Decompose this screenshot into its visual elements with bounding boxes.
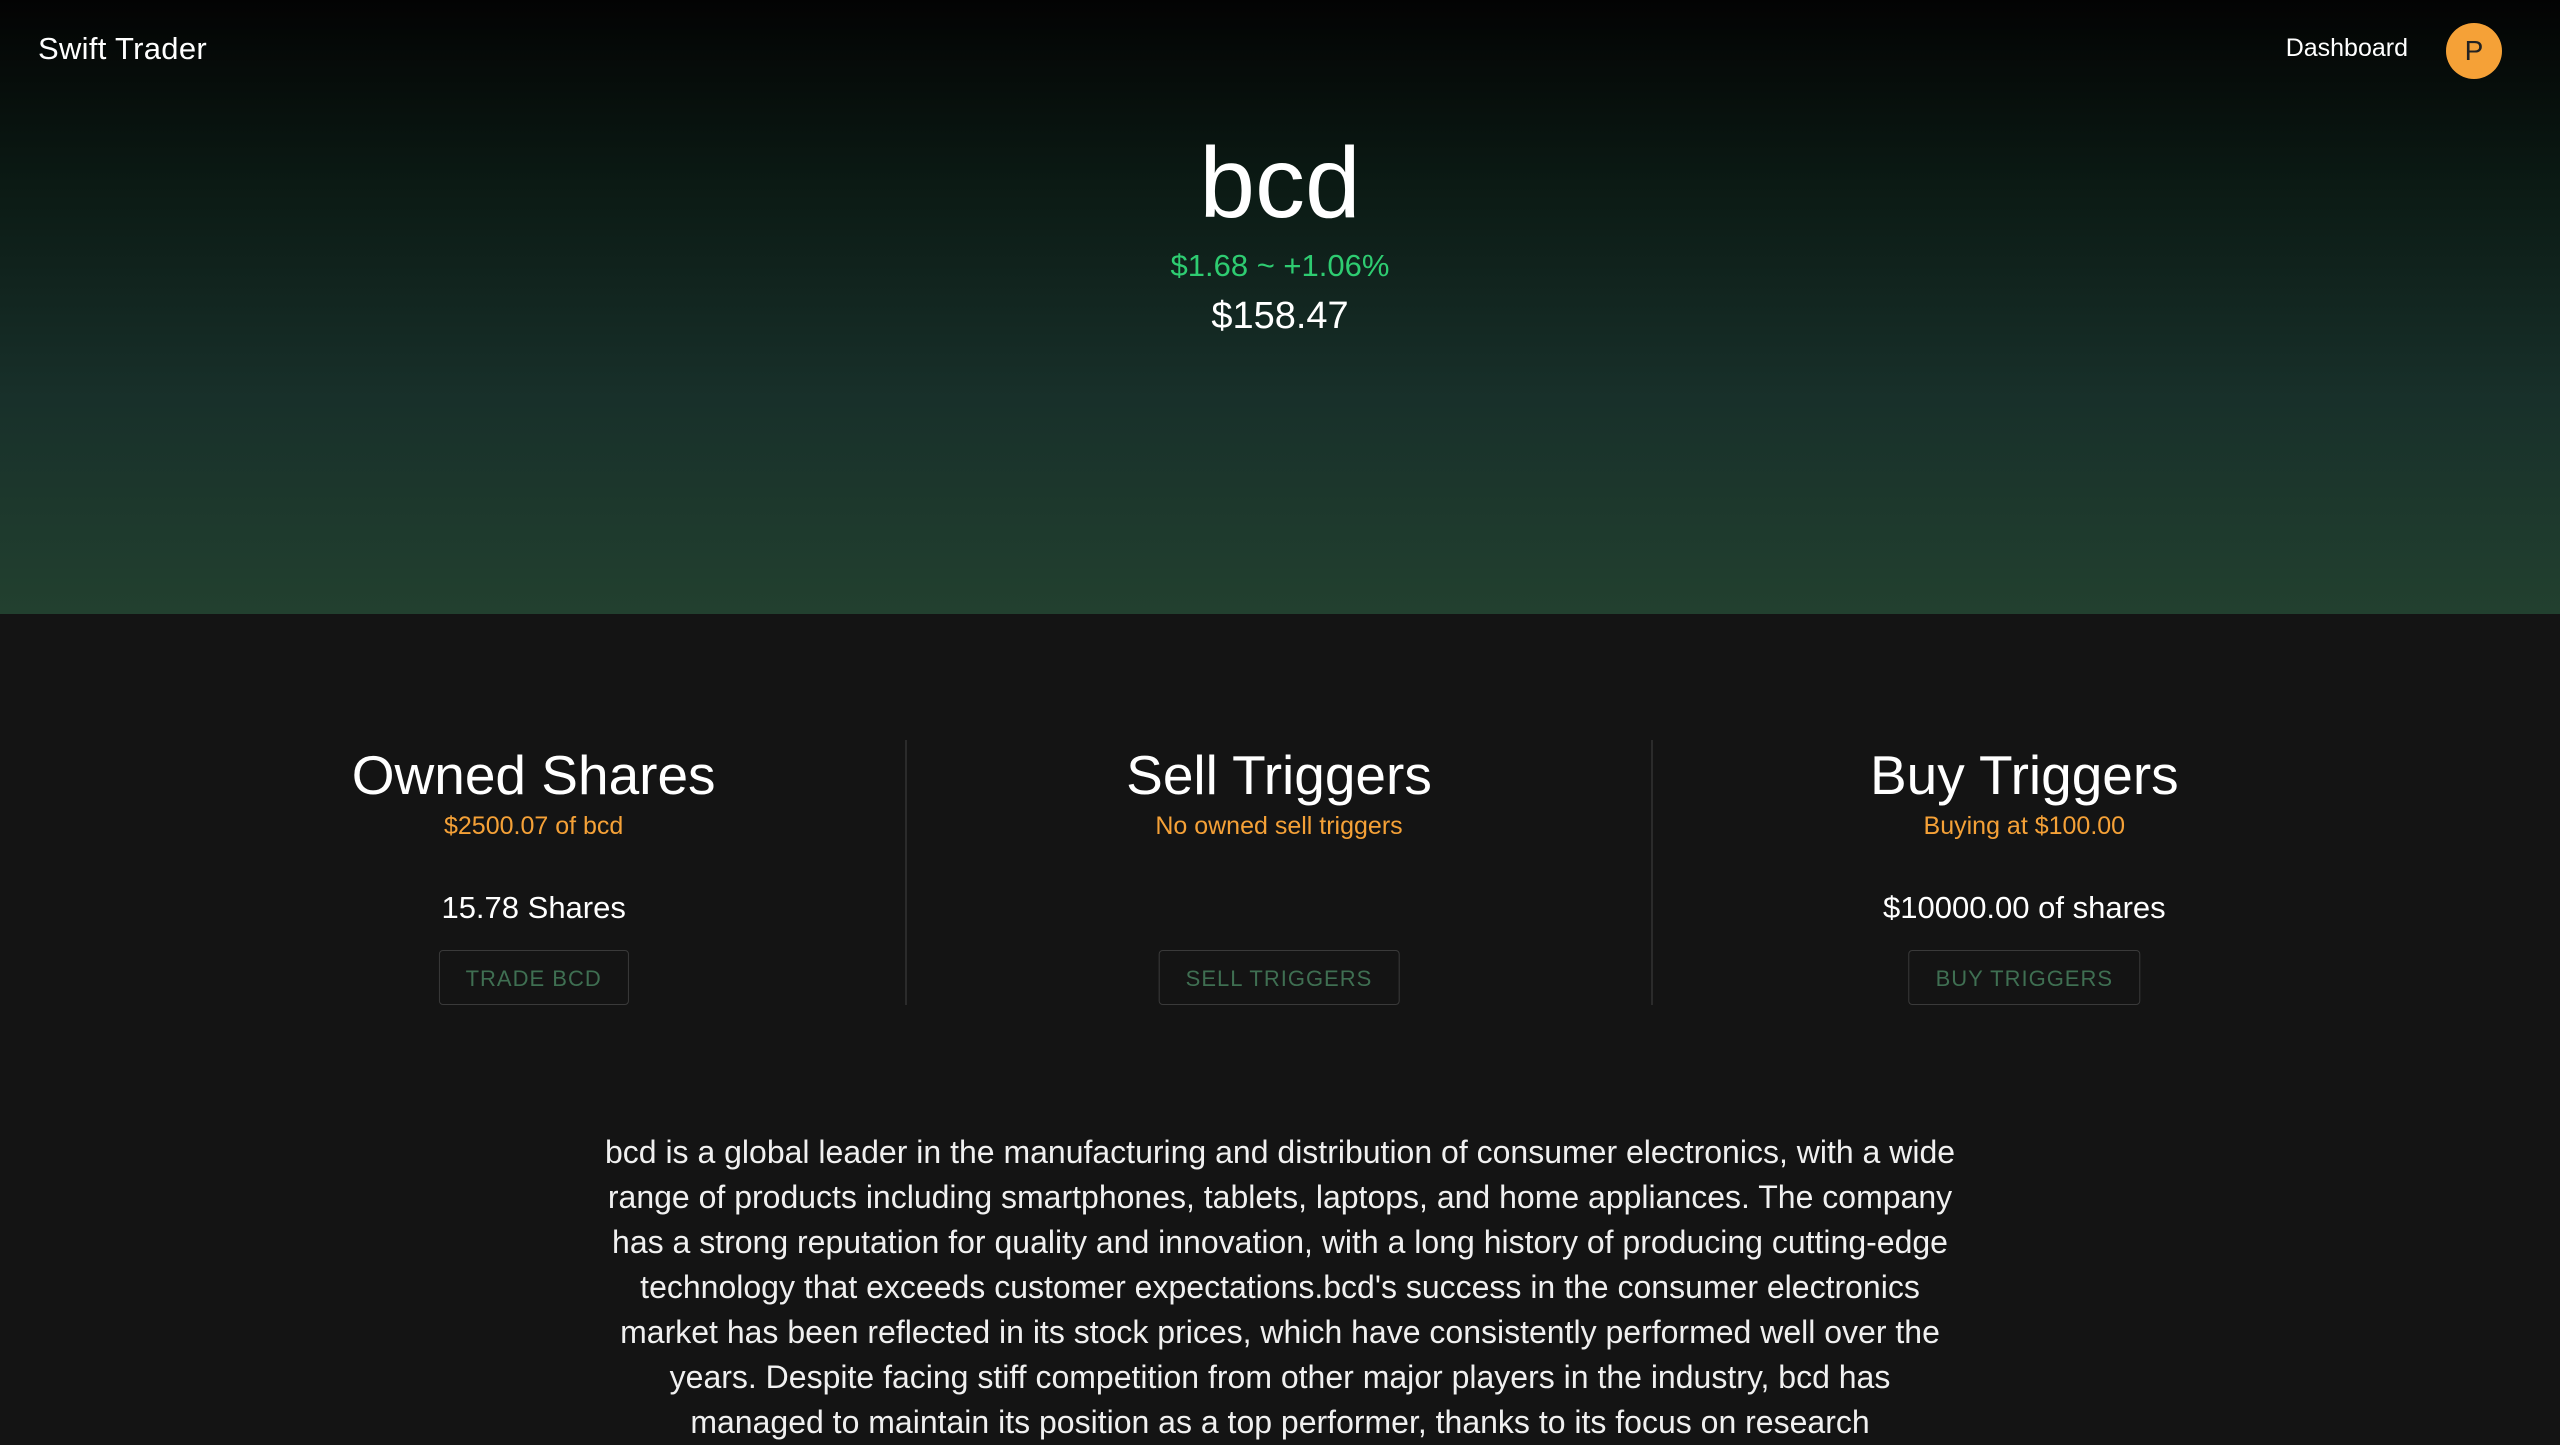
card-title: Sell Triggers [1126, 744, 1432, 806]
card-subtitle: No owned sell triggers [1155, 812, 1403, 840]
trade-button[interactable]: TRADE BCD [438, 950, 629, 1005]
card-value: 15.78 Shares [441, 890, 626, 925]
price-change: $1.68 ~ +1.06% [1170, 248, 1390, 283]
current-price: $158.47 [1211, 295, 1349, 337]
stock-hero: Swift Trader Dashboard P bcd $1.68 ~ +1.… [0, 0, 2560, 614]
company-description: bcd is a global leader in the manufactur… [604, 1134, 1956, 1440]
buy-triggers-card: Buy Triggers Buying at $100.00 $10000.00… [1650, 740, 2396, 1005]
buy-triggers-button[interactable]: BUY TRIGGERS [1908, 950, 2141, 1005]
sell-triggers-button[interactable]: SELL TRIGGERS [1158, 950, 1400, 1005]
card-subtitle: Buying at $100.00 [1923, 812, 2126, 840]
user-avatar[interactable]: P [2446, 23, 2502, 79]
sell-triggers-card: Sell Triggers No owned sell triggers SEL… [905, 740, 1650, 1005]
card-subtitle: $2500.07 of bcd [444, 812, 624, 840]
top-bar: Swift Trader Dashboard P [0, 0, 2560, 100]
stock-ticker: bcd [1199, 127, 1361, 239]
dashboard-link[interactable]: Dashboard [2286, 34, 2408, 63]
card-title: Buy Triggers [1869, 744, 2179, 806]
app-brand[interactable]: Swift Trader [38, 31, 207, 67]
summary-cards: Owned Shares $2500.07 of bcd 15.78 Share… [162, 740, 2396, 1005]
owned-shares-card: Owned Shares $2500.07 of bcd 15.78 Share… [162, 740, 905, 1005]
card-title: Owned Shares [351, 744, 716, 806]
card-value: $10000.00 of shares [1882, 890, 2166, 925]
